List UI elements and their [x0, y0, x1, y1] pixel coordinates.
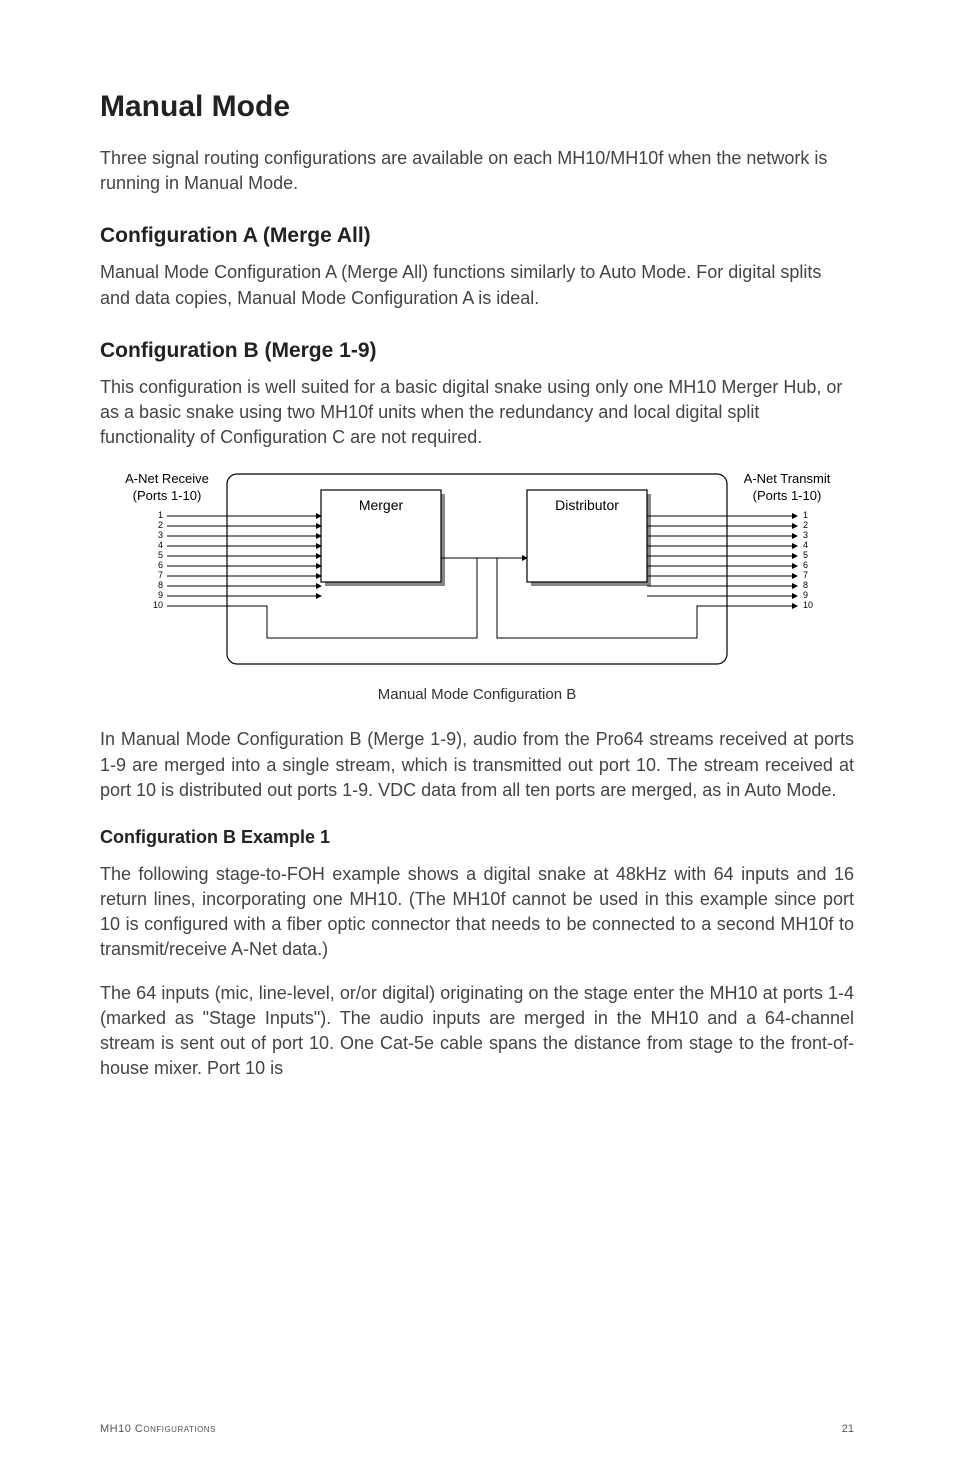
port-out-8: 8 [803, 580, 808, 590]
transmit-label-bottom: (Ports 1-10) [753, 488, 822, 503]
port-in-7: 7 [158, 570, 163, 580]
port-in-10: 10 [153, 600, 163, 610]
config-b-detail: In Manual Mode Configuration B (Merge 1-… [100, 727, 854, 803]
port-in-4: 4 [158, 540, 163, 550]
footer-section-title: MH10 Configurations [100, 1423, 216, 1435]
config-b-diagram: Merger Distributor A-Net Receive (Ports … [107, 468, 847, 678]
port-in-3: 3 [158, 530, 163, 540]
port-in-8: 8 [158, 580, 163, 590]
example-1-heading: Configuration B Example 1 [100, 827, 854, 848]
merger-label: Merger [359, 497, 404, 513]
port-out-10: 10 [803, 600, 813, 610]
port-out-1: 1 [803, 510, 808, 520]
config-a-heading: Configuration A (Merge All) [100, 224, 854, 248]
transmit-label-top: A-Net Transmit [744, 471, 831, 486]
port-in-9: 9 [158, 590, 163, 600]
example-1-paragraph-a: The following stage-to-FOH example shows… [100, 862, 854, 963]
port-out-6: 6 [803, 560, 808, 570]
port-out-5: 5 [803, 550, 808, 560]
intro-paragraph: Three signal routing configurations are … [100, 146, 854, 196]
page-number: 21 [842, 1423, 854, 1435]
port-out-7: 7 [803, 570, 808, 580]
port-out-3: 3 [803, 530, 808, 540]
config-b-heading: Configuration B (Merge 1-9) [100, 339, 854, 363]
port-out-9: 9 [803, 590, 808, 600]
port-out-2: 2 [803, 520, 808, 530]
port-in-1: 1 [158, 510, 163, 520]
diagram-caption: Manual Mode Configuration B [100, 686, 854, 703]
distributor-label: Distributor [555, 497, 619, 513]
port-in-5: 5 [158, 550, 163, 560]
receive-label-bottom: (Ports 1-10) [133, 488, 202, 503]
port-out-4: 4 [803, 540, 808, 550]
config-b-description: This configuration is well suited for a … [100, 375, 854, 451]
port-in-6: 6 [158, 560, 163, 570]
receive-label-top: A-Net Receive [125, 471, 209, 486]
config-a-paragraph: Manual Mode Configuration A (Merge All) … [100, 260, 854, 310]
page-title: Manual Mode [100, 90, 854, 124]
port-in-2: 2 [158, 520, 163, 530]
example-1-paragraph-b: The 64 inputs (mic, line-level, or/or di… [100, 981, 854, 1082]
